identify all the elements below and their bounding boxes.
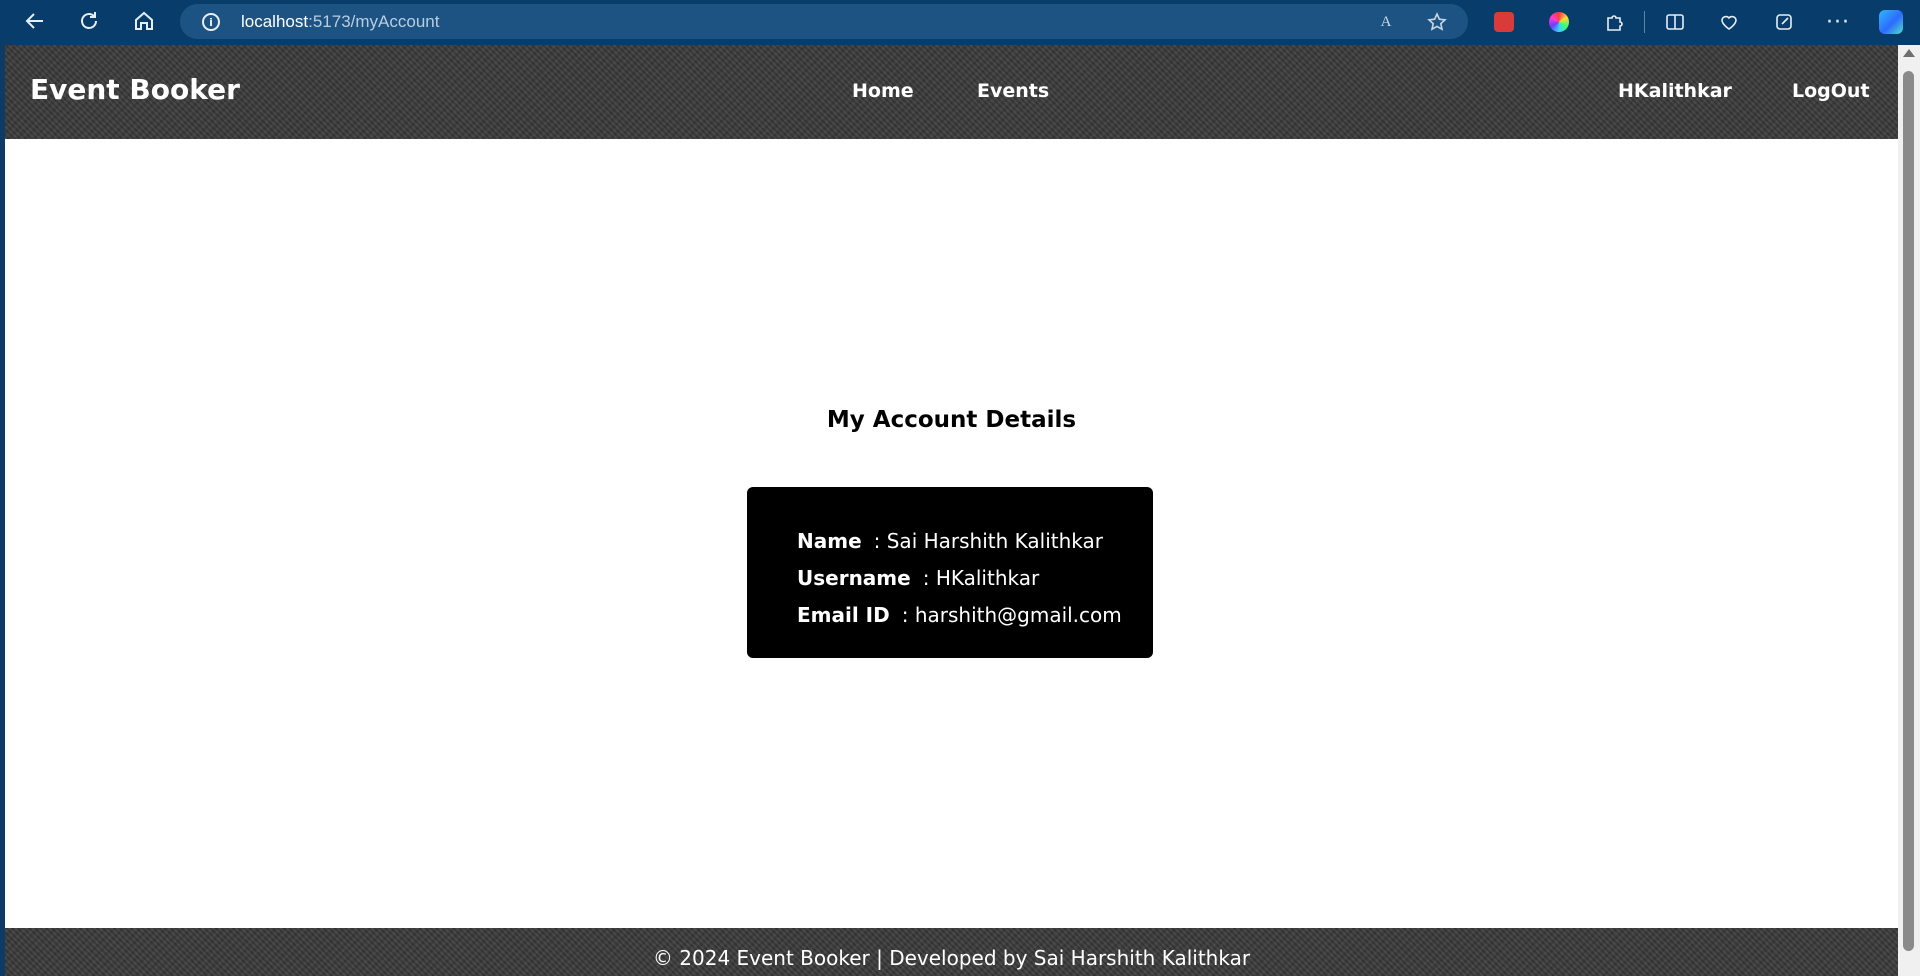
url-text[interactable]: localhost:5173/myAccount	[241, 12, 439, 32]
site-navbar: Event Booker Home Events HKalithkar LogO…	[5, 45, 1898, 139]
nav-logout-link[interactable]: LogOut	[1792, 80, 1870, 102]
extension-red-icon[interactable]	[1491, 9, 1517, 35]
vertical-scrollbar[interactable]	[1898, 45, 1920, 976]
account-details-card: Name : Sai Harshith Kalithkar Username : H…	[747, 487, 1153, 658]
detail-value: : HKalithkar	[922, 566, 1040, 590]
read-aloud-icon[interactable]: A	[1375, 11, 1397, 33]
home-icon[interactable]	[127, 4, 161, 38]
browser-essentials-icon[interactable]	[1716, 9, 1742, 35]
detail-label: Email ID	[797, 603, 890, 627]
url-host: localhost	[241, 12, 309, 31]
detail-value: : Sai Harshith Kalithkar	[873, 529, 1104, 553]
detail-label: Username	[797, 566, 911, 590]
more-icon[interactable]: ···	[1825, 9, 1851, 35]
info-icon[interactable]: i	[202, 13, 220, 31]
detail-row-name: Name : Sai Harshith Kalithkar	[797, 523, 1153, 560]
page-viewport: Event Booker Home Events HKalithkar LogO…	[5, 45, 1898, 976]
nav-events-link[interactable]: Events	[977, 80, 1049, 102]
browser-toolbar: i localhost:5173/myAccount A ···	[0, 0, 1920, 43]
url-path: :5173/myAccount	[308, 12, 440, 31]
toolbar-divider	[1644, 11, 1645, 33]
color-picker-extension-icon[interactable]	[1546, 9, 1572, 35]
site-footer: © 2024 Event Booker | Developed by Sai H…	[5, 928, 1898, 976]
address-bar[interactable]: i localhost:5173/myAccount A	[180, 4, 1468, 39]
back-arrow-icon[interactable]	[18, 4, 52, 38]
refresh-icon[interactable]	[72, 4, 106, 38]
split-screen-icon[interactable]	[1662, 9, 1688, 35]
scroll-up-arrow-icon[interactable]	[1903, 49, 1915, 57]
detail-row-username: Username : HKalithkar	[797, 560, 1153, 597]
collections-icon[interactable]	[1771, 9, 1797, 35]
brand-logo[interactable]: Event Booker	[30, 73, 240, 106]
detail-value: : harshith@gmail.com	[901, 603, 1122, 627]
scrollbar-thumb[interactable]	[1903, 71, 1914, 951]
detail-label: Name	[797, 529, 862, 553]
nav-home-link[interactable]: Home	[852, 80, 914, 102]
copilot-icon[interactable]	[1878, 9, 1904, 35]
page-title: My Account Details	[826, 407, 1077, 433]
extensions-puzzle-icon[interactable]	[1601, 9, 1627, 35]
nav-account-link[interactable]: HKalithkar	[1618, 80, 1732, 102]
star-icon[interactable]	[1426, 11, 1448, 33]
detail-row-email: Email ID : harshith@gmail.com	[797, 597, 1153, 634]
